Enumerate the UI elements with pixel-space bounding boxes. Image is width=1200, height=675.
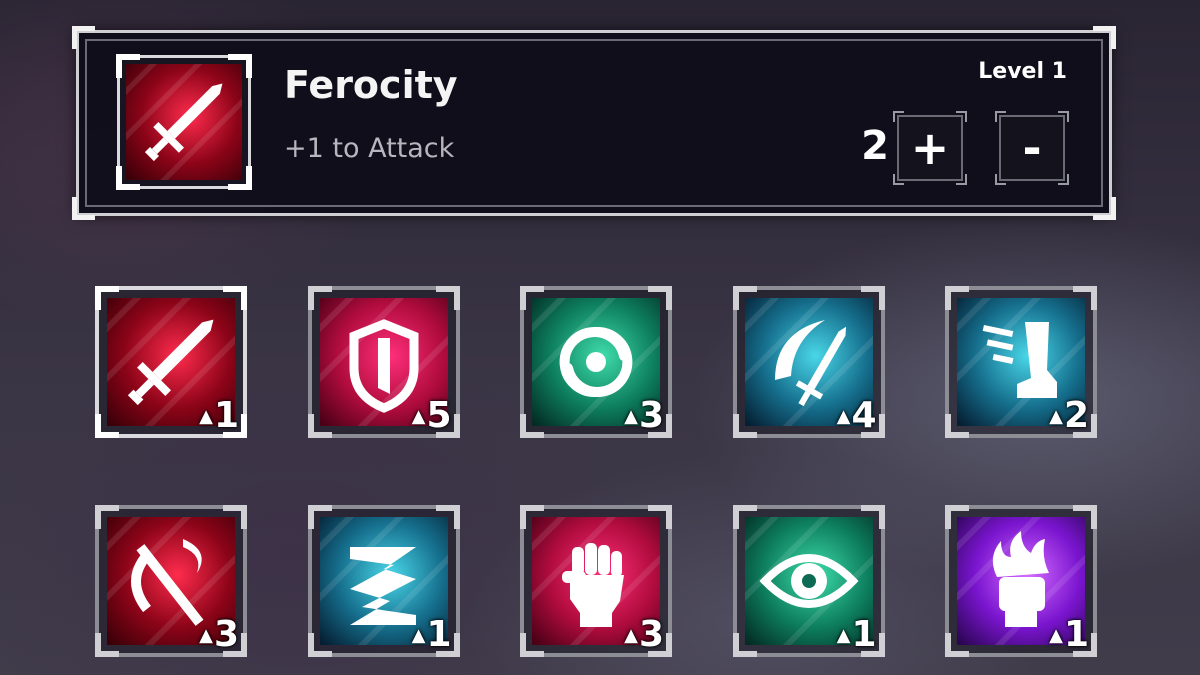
skill-rank: ▲2 xyxy=(1049,398,1089,434)
skill-rank-value: 3 xyxy=(638,614,664,655)
rank-up-icon: ▲ xyxy=(411,625,426,646)
skill-rank: ▲1 xyxy=(412,617,452,653)
skill-rank-value: 4 xyxy=(851,395,877,436)
skill-rank: ▲1 xyxy=(199,398,239,434)
skill-slot-shield[interactable]: ▲5 xyxy=(307,286,460,438)
skill-points-value: 2 xyxy=(861,123,889,169)
skill-rank-value: 1 xyxy=(213,395,239,436)
skill-rank: ▲3 xyxy=(199,617,239,653)
minus-icon: - xyxy=(1022,121,1042,175)
skill-rank: ▲1 xyxy=(1049,617,1089,653)
rank-up-icon: ▲ xyxy=(836,625,851,646)
skill-slot-whirlwind[interactable]: ▲3 xyxy=(520,286,672,438)
skill-slot-eye[interactable]: ▲1 xyxy=(732,505,885,657)
panel-corner xyxy=(72,197,95,220)
skill-slot-broken-axe[interactable]: ▲3 xyxy=(95,505,247,657)
selected-skill-icon-frame xyxy=(116,54,252,190)
skill-grid: ▲1 ▲5 ▲3 ▲4 ▲2 ▲3 ▲1 ▲3 ▲1 ▲1 xyxy=(95,286,1105,666)
skill-rank: ▲1 xyxy=(837,617,877,653)
skill-slot-fist[interactable]: ▲3 xyxy=(520,505,672,657)
skill-level-label: Level 1 xyxy=(978,59,1067,84)
skill-slot-sword[interactable]: ▲1 xyxy=(95,286,247,438)
panel-corner xyxy=(72,26,95,49)
skill-rank-value: 3 xyxy=(213,614,239,655)
skill-rank-value: 5 xyxy=(426,395,452,436)
rank-up-icon: ▲ xyxy=(411,406,426,427)
skill-rank-value: 2 xyxy=(1063,395,1089,436)
skill-rank-value: 1 xyxy=(1063,614,1089,655)
skill-info-panel: Ferocity +1 to Attack Level 1 2 + - xyxy=(72,26,1116,220)
skill-rank: ▲3 xyxy=(624,398,664,434)
skill-slot-zigzag[interactable]: ▲1 xyxy=(307,505,460,657)
skill-rank: ▲4 xyxy=(837,398,877,434)
skill-rank: ▲3 xyxy=(624,617,664,653)
skill-title: Ferocity xyxy=(284,63,458,107)
skill-rank-value: 1 xyxy=(426,614,452,655)
rank-up-icon: ▲ xyxy=(836,406,851,427)
rank-up-icon: ▲ xyxy=(1049,625,1063,646)
skill-rank-value: 3 xyxy=(638,395,664,436)
plus-icon: + xyxy=(910,121,950,175)
skill-description: +1 to Attack xyxy=(284,133,455,164)
rank-up-icon: ▲ xyxy=(199,625,213,646)
increase-button[interactable]: + xyxy=(893,111,967,185)
skill-slot-slash[interactable]: ▲4 xyxy=(732,286,885,438)
skill-rank-value: 1 xyxy=(851,614,877,655)
panel-corner xyxy=(1093,197,1116,220)
rank-up-icon: ▲ xyxy=(624,625,638,646)
skill-slot-flame-fist[interactable]: ▲1 xyxy=(945,505,1097,657)
skill-rank: ▲5 xyxy=(412,398,452,434)
rank-up-icon: ▲ xyxy=(624,406,638,427)
decrease-button[interactable]: - xyxy=(995,111,1069,185)
skill-slot-dash[interactable]: ▲2 xyxy=(945,286,1097,438)
sword-icon xyxy=(126,64,242,180)
panel-corner xyxy=(1093,26,1116,49)
rank-up-icon: ▲ xyxy=(1049,406,1063,427)
rank-up-icon: ▲ xyxy=(199,406,213,427)
